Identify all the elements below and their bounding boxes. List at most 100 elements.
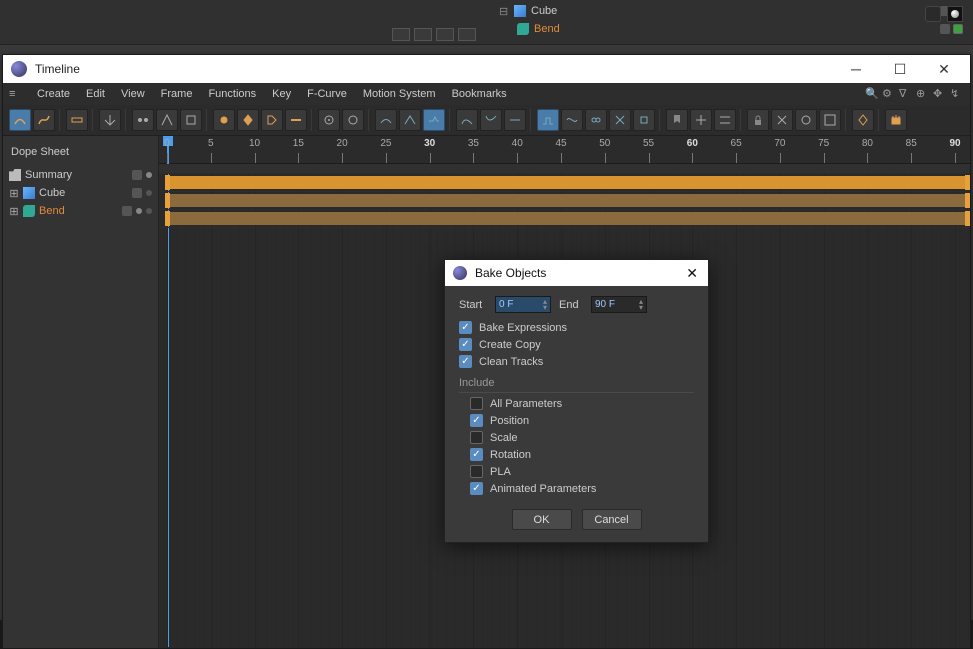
checkbox[interactable] xyxy=(470,431,483,444)
quickicon[interactable] xyxy=(436,28,454,41)
object-row-cube[interactable]: ⊟ Cube xyxy=(495,2,973,20)
interpolation-button[interactable] xyxy=(633,109,655,131)
tool-button[interactable] xyxy=(180,109,202,131)
dialog-close-button[interactable]: ✕ xyxy=(682,265,702,282)
track-clip[interactable] xyxy=(167,176,968,189)
keyframe-button[interactable] xyxy=(285,109,307,131)
expand-icon[interactable]: ⊞ xyxy=(9,205,19,218)
start-input[interactable]: 0 F ▴▾ xyxy=(495,296,551,313)
object-row-bend[interactable]: Bend xyxy=(495,20,973,38)
checkbox[interactable] xyxy=(459,321,472,334)
menu-key[interactable]: Key xyxy=(264,85,299,103)
track-row-bend[interactable] xyxy=(159,210,970,228)
window-titlebar[interactable]: Timeline ─ ☐ ✕ xyxy=(3,55,970,83)
hierarchy-row-cube[interactable]: ⊞ Cube xyxy=(3,184,158,202)
menu-create[interactable]: Create xyxy=(29,85,78,103)
tangent-button[interactable] xyxy=(399,109,421,131)
tangent-button[interactable] xyxy=(456,109,478,131)
timeline-ruler[interactable]: 051015202530354045505560657075808590 xyxy=(159,136,970,164)
menu-view[interactable]: View xyxy=(113,85,153,103)
spinner-icon[interactable]: ▴▾ xyxy=(639,299,643,311)
settings-icon[interactable]: ⚙ xyxy=(882,87,896,101)
checkbox[interactable] xyxy=(470,397,483,410)
tool-button[interactable] xyxy=(156,109,178,131)
motion-mode-button[interactable] xyxy=(66,109,88,131)
fcurve-mode-button[interactable] xyxy=(33,109,55,131)
filter-icon[interactable]: ∇ xyxy=(899,87,913,101)
hierarchy-row-bend[interactable]: ⊞ Bend xyxy=(3,202,158,220)
keyframe[interactable] xyxy=(165,193,170,208)
cancel-button[interactable]: Cancel xyxy=(582,509,642,530)
tangent-button[interactable] xyxy=(504,109,526,131)
material-icon[interactable] xyxy=(947,6,963,22)
visibility-toggle[interactable] xyxy=(940,24,950,34)
snap-button[interactable] xyxy=(318,109,340,131)
mute-toggle[interactable] xyxy=(122,206,132,216)
checkbox-row[interactable]: All Parameters xyxy=(470,397,694,410)
menu-f-curve[interactable]: F-Curve xyxy=(299,85,355,103)
expand-icon[interactable]: ⊞ xyxy=(9,187,19,200)
track-row-summary[interactable] xyxy=(159,174,970,192)
enabled-toggle[interactable] xyxy=(953,24,963,34)
keyframe[interactable] xyxy=(965,193,970,208)
window-maximize-button[interactable]: ☐ xyxy=(878,55,922,83)
bake-button[interactable] xyxy=(885,109,907,131)
checkbox-row[interactable]: Rotation xyxy=(470,448,694,461)
menu-edit[interactable]: Edit xyxy=(78,85,113,103)
interpolation-button[interactable] xyxy=(585,109,607,131)
mute-toggle[interactable] xyxy=(132,170,142,180)
window-minimize-button[interactable]: ─ xyxy=(834,55,878,83)
checkbox-row[interactable]: Bake Expressions xyxy=(459,321,694,334)
quickicon[interactable] xyxy=(392,28,410,41)
track-row-cube[interactable] xyxy=(159,192,970,210)
tangent-button[interactable] xyxy=(375,109,397,131)
tool-button[interactable] xyxy=(132,109,154,131)
lock-button[interactable] xyxy=(747,109,769,131)
checkbox-row[interactable]: Animated Parameters xyxy=(470,482,694,495)
tool-button[interactable] xyxy=(852,109,874,131)
checkbox-row[interactable]: PLA xyxy=(470,465,694,478)
menu-bookmarks[interactable]: Bookmarks xyxy=(444,85,515,103)
checkbox-row[interactable]: Scale xyxy=(470,431,694,444)
interpolation-button[interactable] xyxy=(609,109,631,131)
menu-motion-system[interactable]: Motion System xyxy=(355,85,444,103)
keyframe-button[interactable] xyxy=(237,109,259,131)
snap-button[interactable] xyxy=(342,109,364,131)
add-icon[interactable]: ⊕ xyxy=(916,87,930,101)
keyframe[interactable] xyxy=(965,175,970,190)
window-close-button[interactable]: ✕ xyxy=(922,55,966,83)
tool-button[interactable] xyxy=(714,109,736,131)
checkbox[interactable] xyxy=(470,482,483,495)
hierarchy-row-summary[interactable]: Summary xyxy=(3,166,158,184)
checkbox-row[interactable]: Clean Tracks xyxy=(459,355,694,368)
record-button[interactable] xyxy=(213,109,235,131)
keyframe[interactable] xyxy=(165,175,170,190)
checkbox[interactable] xyxy=(470,465,483,478)
keyframe[interactable] xyxy=(965,211,970,226)
quickicon[interactable] xyxy=(458,28,476,41)
track-clip[interactable] xyxy=(167,212,968,225)
tangent-button[interactable] xyxy=(480,109,502,131)
autokey-button[interactable] xyxy=(261,109,283,131)
interpolation-button[interactable] xyxy=(561,109,583,131)
tool-button[interactable] xyxy=(771,109,793,131)
lock-icon[interactable]: ↯ xyxy=(950,87,964,101)
menu-icon[interactable]: ≡ xyxy=(9,88,25,100)
tool-button[interactable] xyxy=(819,109,841,131)
layer-icon[interactable] xyxy=(925,6,941,22)
keyframe[interactable] xyxy=(165,211,170,226)
menu-frame[interactable]: Frame xyxy=(153,85,201,103)
checkbox[interactable] xyxy=(459,338,472,351)
end-input[interactable]: 90 F ▴▾ xyxy=(591,296,647,313)
search-icon[interactable]: 🔍 xyxy=(865,87,879,101)
checkbox[interactable] xyxy=(459,355,472,368)
menu-functions[interactable]: Functions xyxy=(200,85,264,103)
move-icon[interactable]: ✥ xyxy=(933,87,947,101)
checkbox-row[interactable]: Position xyxy=(470,414,694,427)
spinner-icon[interactable]: ▴▾ xyxy=(543,299,547,311)
tool-button[interactable] xyxy=(99,109,121,131)
dialog-titlebar[interactable]: Bake Objects ✕ xyxy=(445,260,708,286)
interpolation-button[interactable] xyxy=(537,109,559,131)
mute-toggle[interactable] xyxy=(132,188,142,198)
tool-button[interactable] xyxy=(690,109,712,131)
